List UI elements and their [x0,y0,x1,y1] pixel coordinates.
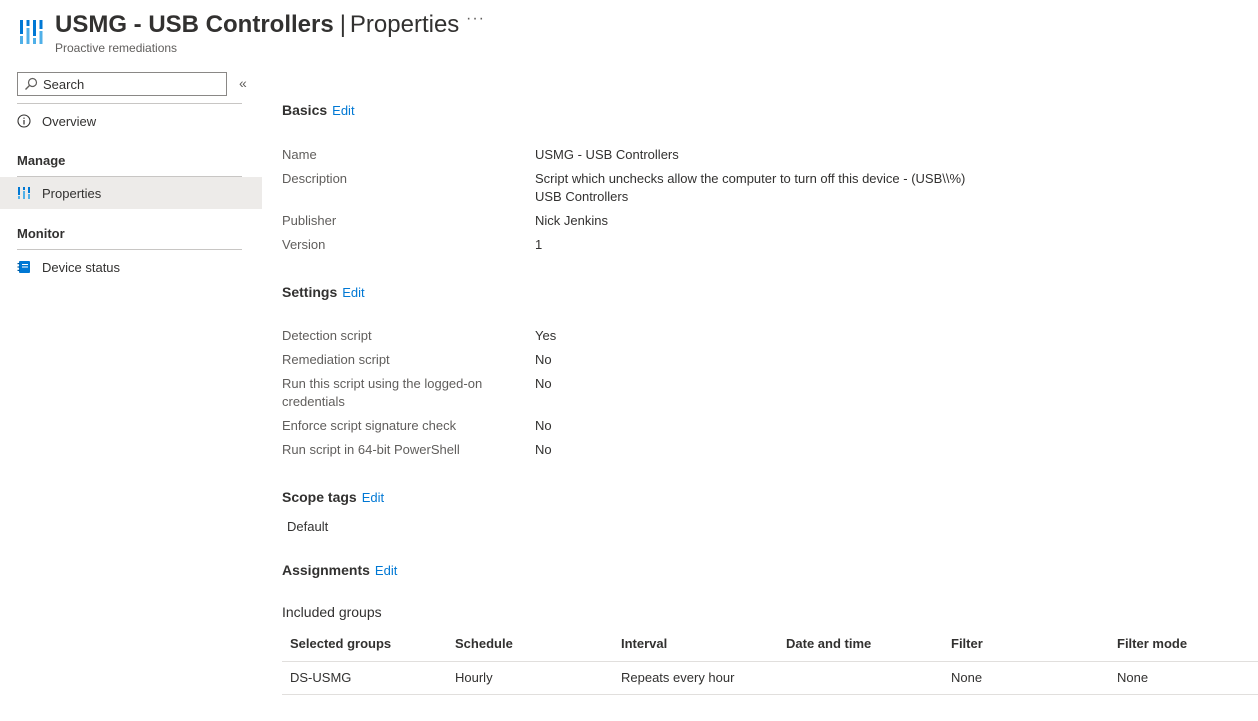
description-label: Description [282,171,348,186]
column-header: Filter [943,626,1109,662]
column-header: Interval [613,626,778,662]
remediations-icon [20,20,43,44]
sidebar-item-device-status[interactable]: Device status [0,251,262,283]
page-title: USMG - USB Controllers | Properties [55,9,459,41]
info-icon [17,114,31,128]
search-input[interactable] [43,76,213,92]
included-groups-label: Included groups [282,604,382,620]
divider [17,103,242,104]
sidebar-item-overview[interactable]: Overview [0,105,262,137]
signature-check-label: Enforce script signature check [282,418,457,433]
description-line-1: Script which unchecks allow the computer… [535,171,966,186]
column-header: Date and time [778,626,943,662]
sidebar-item-label: Properties [42,185,102,201]
sidebar-section-monitor: Monitor [17,226,65,241]
signature-check-value: No [535,418,552,433]
column-header: Filter mode [1109,626,1258,662]
assignments-edit-link[interactable]: Edit [375,563,397,578]
scope-tags-edit-link[interactable]: Edit [362,490,384,505]
detection-script-value: Yes [535,328,557,343]
description-line-2: USB Controllers [535,189,629,204]
cell-schedule: Hourly [447,661,613,695]
basics-title: Basics [282,102,328,118]
collapse-sidebar-button[interactable]: « [239,75,247,91]
detection-script-label: Detection script [282,328,372,343]
scope-tag: Default [287,519,329,534]
assignments-heading: Assignments Edit [282,562,397,578]
remediation-script-value: No [535,352,552,367]
cell-interval: Repeats every hour [613,661,778,695]
cell-filter: None [943,661,1109,695]
more-options-button[interactable]: ··· [466,10,485,28]
page-title-section: Properties [349,11,460,38]
device-status-icon [17,260,31,274]
sidebar-section-manage: Manage [17,153,66,168]
table-row: DS-USMG Hourly Repeats every hour None N… [282,661,1258,695]
search-icon [25,77,38,90]
version-label: Version [282,237,326,252]
table-header-row: Selected groups Schedule Interval Date a… [282,626,1258,662]
name-value: USMG - USB Controllers [535,147,679,162]
remediation-script-label: Remediation script [282,352,390,367]
basics-heading: Basics Edit [282,102,355,118]
column-header: Selected groups [282,626,447,662]
divider [17,249,242,250]
version-value: 1 [535,237,543,252]
scope-tags-heading: Scope tags Edit [282,489,384,505]
cell-filter-mode: None [1109,661,1258,695]
sidebar-item-label: Overview [42,113,97,129]
basics-edit-link[interactable]: Edit [332,103,354,118]
publisher-value: Nick Jenkins [535,213,608,228]
settings-title: Settings [282,284,338,300]
page-title-name: USMG - USB Controllers [55,11,334,38]
cell-selected-group: DS-USMG [282,661,447,695]
sidebar-item-properties[interactable]: Properties [0,177,262,209]
publisher-label: Publisher [282,213,337,228]
search-box[interactable] [17,72,227,96]
name-label: Name [282,147,317,162]
logged-on-credentials-label: Run this script using the logged-on cred… [282,376,483,409]
sidebar-item-label: Device status [42,259,121,275]
column-header: Schedule [447,626,613,662]
settings-edit-link[interactable]: Edit [342,285,364,300]
cell-date-time [778,661,943,695]
scope-tags-title: Scope tags [282,489,357,505]
page-title-separator: | [339,11,346,38]
page-subtitle: Proactive remediations [55,41,178,55]
assignments-title: Assignments [282,562,370,578]
64bit-powershell-value: No [535,442,552,457]
64bit-powershell-label: Run script in 64-bit PowerShell [282,442,460,457]
assignments-table: Selected groups Schedule Interval Date a… [282,626,1258,695]
description-value: Script which unchecks allow the computer… [535,170,985,206]
properties-icon [17,186,31,200]
settings-heading: Settings Edit [282,284,365,300]
logged-on-credentials-value: No [535,376,552,391]
